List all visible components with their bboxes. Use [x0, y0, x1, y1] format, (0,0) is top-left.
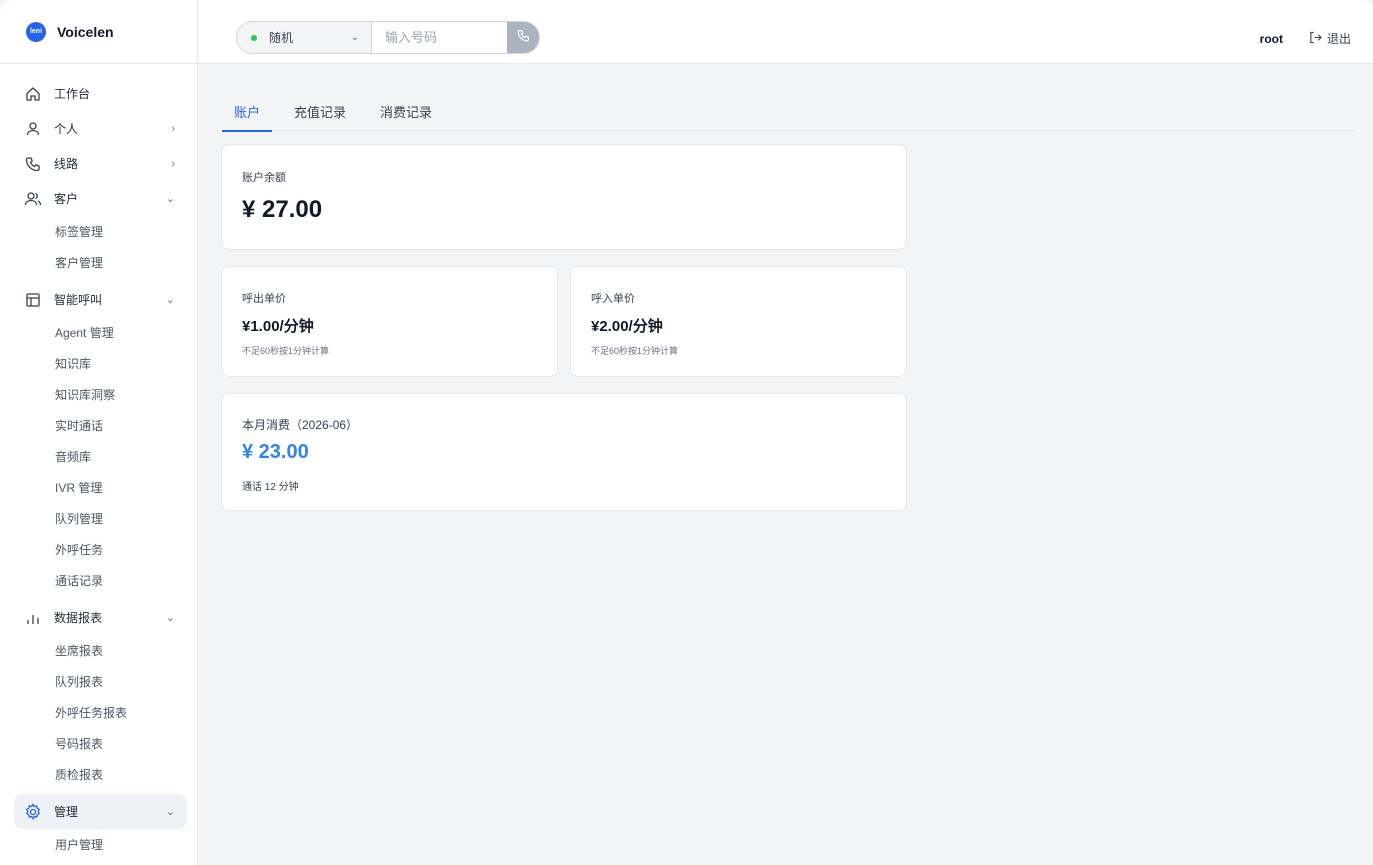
chevron-right-icon: › — [171, 122, 175, 135]
sidebar: leni Voicelen 工作台 个人 › 线路 › 客户 ⌄ 标签管理 客户… — [0, 0, 198, 865]
sidebar-subitem-users[interactable]: 用户管理 — [14, 829, 187, 860]
brand[interactable]: leni Voicelen — [0, 0, 197, 64]
sidebar-subitem-agent-report[interactable]: 坐席报表 — [14, 635, 187, 666]
sidebar-subitem-number-report[interactable]: 号码报表 — [14, 728, 187, 759]
sidebar-subitem-call-records[interactable]: 通话记录 — [14, 565, 187, 596]
tab-bar: 账户 充值记录 消费记录 — [222, 100, 1355, 132]
tab-consumption-records[interactable]: 消费记录 — [368, 100, 444, 131]
balance-value: ¥ 27.00 — [242, 196, 323, 223]
sidebar-item-label: 数据报表 — [54, 611, 103, 625]
monthly-consumption-card: 本月消费（2026-06） ¥ 23.00 通话 12 分钟 — [221, 393, 907, 511]
logout-label: 退出 — [1326, 32, 1351, 46]
gear-icon — [24, 802, 42, 821]
sidebar-subitem-ivr[interactable]: IVR 管理 — [14, 472, 187, 503]
number-input[interactable] — [372, 22, 507, 53]
sidebar-item-label: 线路 — [54, 157, 79, 171]
inbound-price-label: 呼入单价 — [591, 293, 635, 305]
current-user[interactable]: root — [1260, 32, 1283, 46]
sidebar-subitem-agent[interactable]: Agent 管理 — [14, 317, 187, 348]
outbound-price-label: 呼出单价 — [242, 293, 286, 305]
brand-name: Voicelen — [57, 23, 114, 40]
line-select-value: 随机 — [269, 31, 294, 45]
layout-icon — [24, 291, 42, 309]
sidebar-item-personal[interactable]: 个人 › — [14, 111, 187, 146]
sidebar-item-lines[interactable]: 线路 › — [14, 146, 187, 181]
sidebar-item-smart-call[interactable]: 智能呼叫 ⌄ — [14, 282, 187, 317]
status-dot — [251, 34, 257, 41]
monthly-consumption-note: 通话 12 分钟 — [242, 482, 299, 493]
sidebar-item-customers[interactable]: 客户 ⌄ — [14, 181, 187, 216]
sidebar-subitem-customer-manage[interactable]: 客户管理 — [14, 247, 187, 278]
tab-account[interactable]: 账户 — [222, 100, 273, 132]
topbar: 随机 ⌄ root 退出 — [198, 0, 1373, 64]
sidebar-item-label: 工作台 — [54, 87, 91, 101]
phone-icon — [24, 155, 42, 173]
balance-card: 账户余额 ¥ 27.00 — [221, 144, 907, 250]
sidebar-subitem-outbound-tasks[interactable]: 外呼任务 — [14, 534, 187, 565]
chevron-right-icon: › — [171, 157, 175, 170]
monthly-consumption-label: 本月消费（2026-06） — [242, 418, 359, 432]
balance-label: 账户余额 — [242, 172, 286, 184]
tab-recharge-records[interactable]: 充值记录 — [282, 100, 358, 131]
sidebar-item-label: 管理 — [54, 805, 79, 819]
sidebar-subitem-queue-report[interactable]: 队列报表 — [14, 666, 187, 697]
sidebar-subitem-audio[interactable]: 音频库 — [14, 441, 187, 472]
outbound-price-note: 不足60秒按1分钟计算 — [242, 346, 330, 356]
sidebar-item-reports[interactable]: 数据报表 ⌄ — [14, 600, 187, 635]
chevron-down-icon: ⌄ — [165, 193, 175, 205]
monthly-consumption-value: ¥ 23.00 — [242, 441, 309, 463]
logout-button[interactable]: 退出 — [1309, 30, 1351, 47]
sidebar-item-label: 个人 — [54, 122, 79, 136]
sidebar-item-label: 智能呼叫 — [54, 293, 103, 307]
main-content: 账户 充值记录 消费记录 账户余额 ¥ 27.00 呼出单价 ¥1.00/分钟 … — [198, 64, 1373, 865]
inbound-price-card: 呼入单价 ¥2.00/分钟 不足60秒按1分钟计算 — [570, 266, 907, 377]
users-icon — [24, 190, 42, 208]
chevron-down-icon: ⌄ — [165, 612, 175, 624]
chevron-down-icon: ⌄ — [350, 32, 359, 43]
logout-icon — [1309, 31, 1322, 47]
outbound-price-value: ¥1.00/分钟 — [242, 318, 314, 335]
inbound-price-note: 不足60秒按1分钟计算 — [591, 346, 679, 356]
bar-chart-icon — [24, 609, 42, 627]
sidebar-subitem-live-calls[interactable]: 实时通话 — [14, 410, 187, 441]
sidebar-subitem-task-report[interactable]: 外呼任务报表 — [14, 697, 187, 728]
sidebar-subitem-queues[interactable]: 队列管理 — [14, 503, 187, 534]
sidebar-subitem-knowledge-insight[interactable]: 知识库洞察 — [14, 379, 187, 410]
chevron-down-icon: ⌄ — [165, 294, 175, 306]
outbound-price-card: 呼出单价 ¥1.00/分钟 不足60秒按1分钟计算 — [221, 266, 558, 377]
dialer: 随机 ⌄ — [236, 21, 540, 54]
sidebar-subitem-tags[interactable]: 标签管理 — [14, 216, 187, 247]
brand-logo: leni — [26, 21, 46, 42]
home-icon — [24, 85, 42, 103]
chevron-down-icon: ⌄ — [165, 806, 175, 818]
sidebar-item-admin[interactable]: 管理 ⌄ — [14, 794, 187, 829]
sidebar-nav: 工作台 个人 › 线路 › 客户 ⌄ 标签管理 客户管理 智能呼叫 ⌄ Agen… — [0, 64, 197, 860]
sidebar-subitem-knowledge[interactable]: 知识库 — [14, 348, 187, 379]
phone-icon — [517, 29, 530, 47]
call-button[interactable] — [507, 22, 539, 53]
sidebar-subitem-qa-report[interactable]: 质检报表 — [14, 759, 187, 790]
sidebar-item-workbench[interactable]: 工作台 — [14, 76, 187, 111]
sidebar-item-label: 客户 — [54, 192, 79, 206]
inbound-price-value: ¥2.00/分钟 — [591, 318, 663, 335]
user-icon — [24, 120, 42, 138]
line-select[interactable]: 随机 ⌄ — [237, 22, 372, 53]
